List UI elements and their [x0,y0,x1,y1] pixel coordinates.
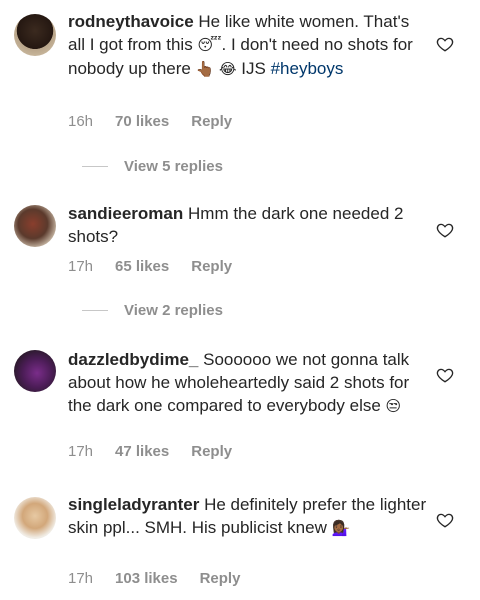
sleeping-emoji-icon: 😴 [197,36,222,54]
heart-icon[interactable] [436,35,454,53]
heart-icon[interactable] [436,366,454,384]
unamused-emoji-icon: 😒 [385,397,402,415]
view-replies-button[interactable]: View 2 replies [82,302,223,319]
comment-username[interactable]: rodneythavoice [68,12,194,31]
comment-meta: 17h 103 likes Reply [68,570,262,587]
comment-meta: 16h 70 likes Reply [68,113,254,130]
avatar[interactable] [14,497,56,539]
person-tipping-hand-emoji-icon: 💁🏾‍♀️ [331,519,351,537]
laughing-emoji-icon: 😂 [219,60,237,78]
reply-button[interactable]: Reply [191,113,232,130]
comment-time: 17h [68,443,94,460]
comment-text: rodneythavoice He like white women. That… [68,12,413,78]
comment-time: 16h [68,113,94,130]
reply-button[interactable]: Reply [200,570,241,587]
replies-divider [82,310,108,311]
likes-count-button[interactable]: 70 likes [115,113,169,130]
avatar[interactable] [14,14,56,56]
comment-time: 17h [68,570,94,587]
comment-username[interactable]: singleladyranter [68,495,199,514]
view-replies-button[interactable]: View 5 replies [82,158,223,175]
comment-meta: 17h 47 likes Reply [68,443,254,460]
comment-username[interactable]: dazzledbydime_ [68,350,198,369]
comment-text: sandieeroman Hmm the dark one needed 2 s… [68,204,404,246]
likes-count-button[interactable]: 103 likes [115,570,178,587]
comment-time: 17h [68,258,94,275]
replies-divider [82,166,108,167]
comment-text: singleladyranter He definitely prefer th… [68,495,427,537]
likes-count-button[interactable]: 47 likes [115,443,169,460]
heart-icon[interactable] [436,511,454,529]
avatar[interactable] [14,205,56,247]
comment-meta: 17h 65 likes Reply [68,258,254,275]
comment-username[interactable]: sandieeroman [68,204,183,223]
reply-button[interactable]: Reply [191,443,232,460]
avatar[interactable] [14,350,56,392]
heart-icon[interactable] [436,221,454,239]
reply-button[interactable]: Reply [191,258,232,275]
pointing-up-emoji-icon: 👆🏾 [195,60,215,78]
likes-count-button[interactable]: 65 likes [115,258,169,275]
comment-text: dazzledbydime_ Soooooo we not gonna talk… [68,350,410,415]
hashtag-link[interactable]: #heyboys [271,59,344,78]
